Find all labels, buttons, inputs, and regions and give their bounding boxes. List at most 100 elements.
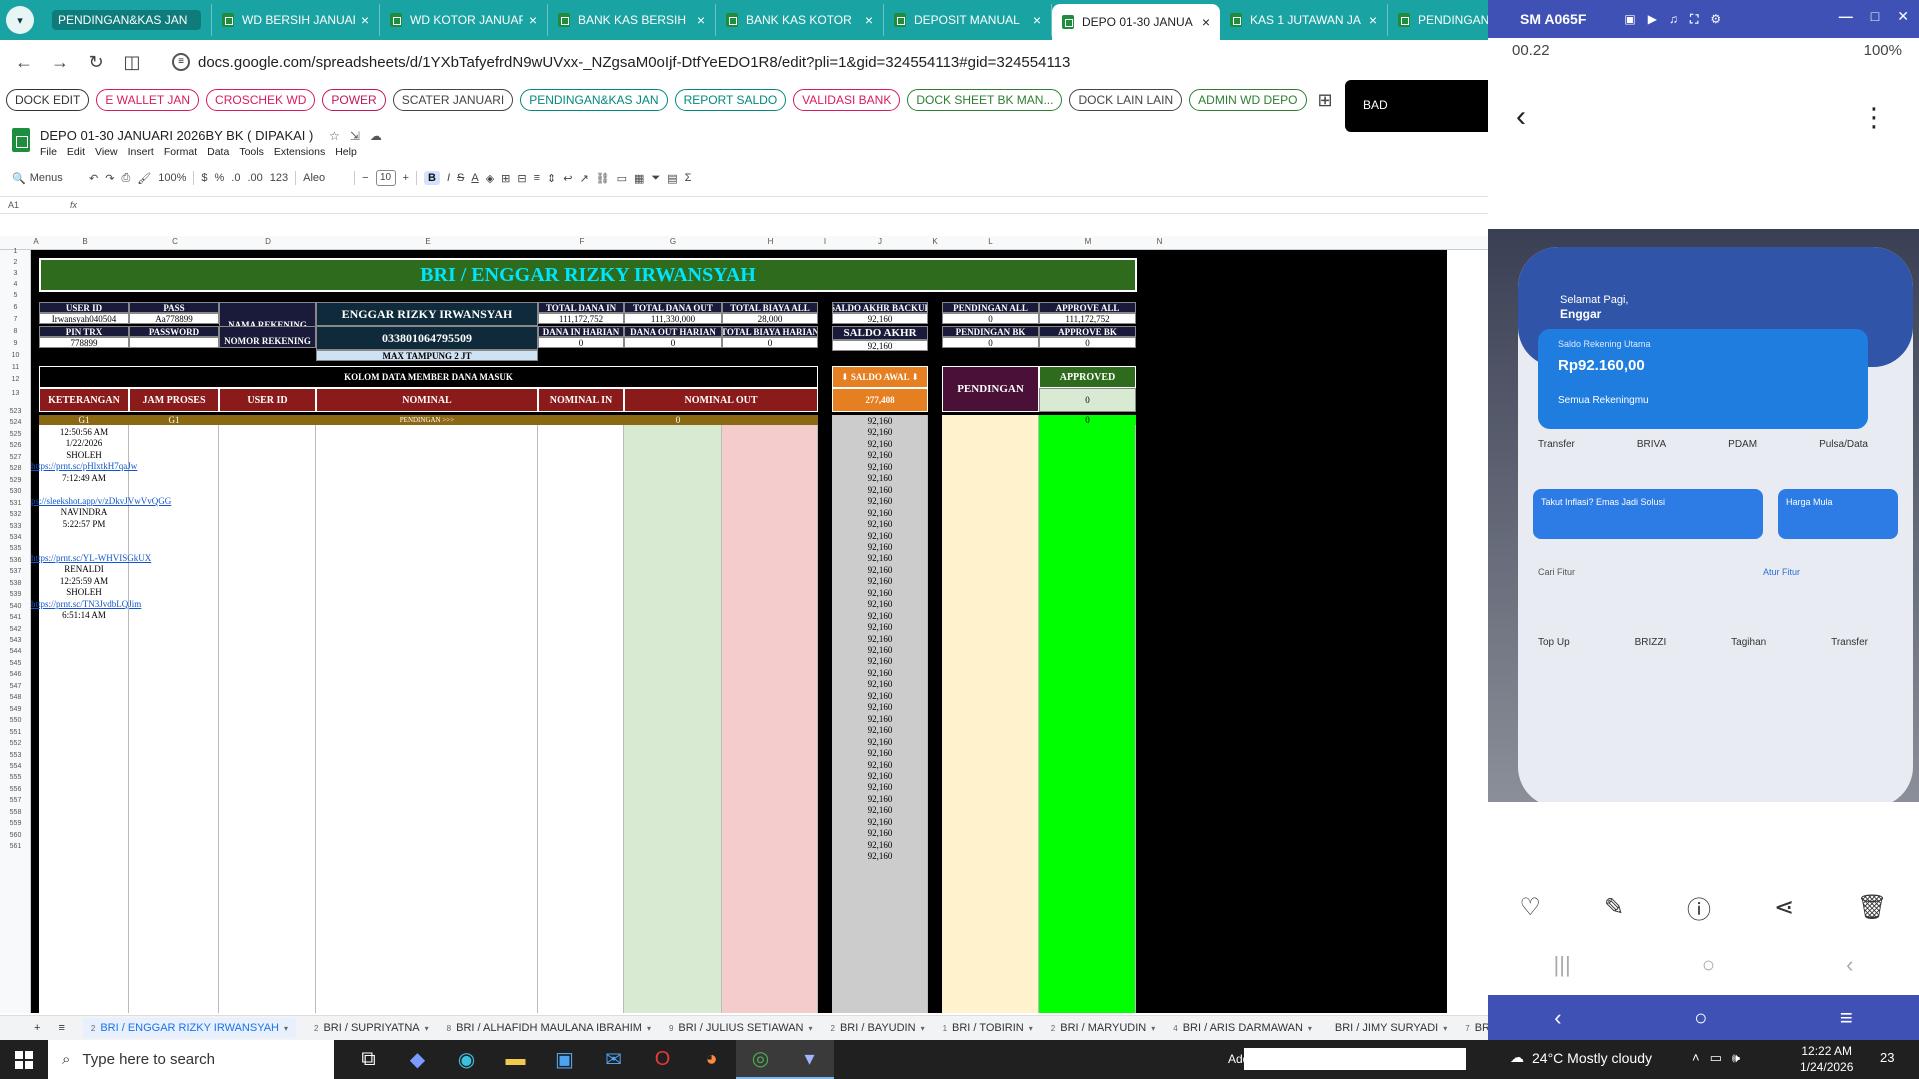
link-icon[interactable]: ⛓ [596,172,610,185]
row-header[interactable]: 540 [0,603,31,610]
row-header[interactable]: 545 [0,660,31,667]
saldo-running[interactable]: 92,160 [832,611,928,621]
row-header[interactable]: 534 [0,534,31,541]
browser-tab[interactable]: WD BERSIH JANUAR × [212,4,380,36]
doc-title[interactable]: DEPO 01-30 JANUARI 2026BY BK ( DIPAKAI ) [40,128,313,143]
saldo-running[interactable]: 92,160 [832,588,928,598]
close-tab-icon[interactable]: × [697,12,705,28]
row-header[interactable]: 523 [0,408,31,415]
pendingan-bk-label[interactable]: PENDINGAN BK [942,326,1039,337]
pendingan-marker[interactable]: PENDINGAN >>> [316,415,538,425]
pass-label[interactable]: PASS [129,302,219,313]
row-header[interactable]: 536 [0,557,31,564]
sheet-tab[interactable]: 9 BRI / JULIUS SETIAWAN ▾ [669,1022,813,1034]
bold-button[interactable]: B [423,171,440,185]
comment-icon[interactable]: ▭ [617,172,627,185]
sheet-tab[interactable]: 2 BRI / SUPRIYATNA ▾ [314,1022,429,1034]
percent-button[interactable]: % [214,172,224,184]
bookmark-item[interactable]: CROSCHEK WD [206,89,316,111]
saldo-running[interactable]: 92,160 [832,714,928,724]
mirror-back-icon[interactable]: ‹ [1554,1005,1561,1031]
back-icon[interactable]: ← [8,46,40,78]
functions-icon[interactable]: Σ [685,172,692,184]
total-dana-out-label[interactable]: TOTAL DANA OUT [624,302,722,313]
chevron-down-icon[interactable]: ▾ [647,1024,651,1033]
browser-tab[interactable]: BANK KAS BERSIH × [548,4,716,36]
saldo-running[interactable]: 92,160 [832,725,928,735]
rotate-icon[interactable]: ↗ [579,172,588,185]
sheet-tab[interactable]: 1 BRI / TOBIRIN ▾ [943,1022,1033,1034]
saldo-running[interactable]: 92,160 [832,805,928,815]
screenshot-link[interactable]: https://prnt.sc/YL-WHVISGkUX [31,552,191,563]
saldo-awal-value[interactable]: 277,408 [832,388,928,412]
nomor-rekening-label[interactable]: NOMOR REKENING [219,326,316,348]
font-size-input[interactable]: 10 [375,170,396,186]
sheet-tab[interactable]: BRI / JIMY SURYADI ▾ [1330,1022,1447,1034]
recents-icon[interactable]: ||| [1554,952,1571,978]
home-icon[interactable]: ○ [1702,952,1715,978]
saldo-running[interactable]: 92,160 [832,748,928,758]
saldo-running[interactable]: 92,160 [832,531,928,541]
screenshot-link[interactable]: https://prnt.sc/TN3JvdbLQJim [31,598,191,609]
browser-tab[interactable]: DEPOSIT MANUAL × [884,4,1052,36]
task-view-icon[interactable]: ⧉ [344,1040,393,1079]
column-header[interactable]: M [1040,237,1136,246]
chevron-down-icon[interactable]: ▾ [1151,1024,1155,1033]
merge-icon[interactable]: ⊟ [517,172,526,185]
saldo-akhr-label[interactable]: SALDO AKHR [832,326,928,340]
row-header[interactable]: 554 [0,763,31,770]
title-banner[interactable]: BRI / ENGGAR RIZKY IRWANSYAH [39,258,1137,292]
column-header[interactable]: C [130,237,220,246]
fill-color-icon[interactable]: ◈ [486,172,494,185]
user-id-label[interactable]: USER ID [39,302,129,313]
back-icon[interactable]: ‹ [1516,100,1526,134]
saldo-running[interactable]: 92,160 [832,760,928,770]
wrap-icon[interactable]: ↩ [563,172,572,185]
row-header[interactable]: 542 [0,626,31,633]
sheet-content[interactable]: BRI / ENGGAR RIZKY IRWANSYAH USER ID PASS I… [31,250,1447,1013]
row-header[interactable]: 533 [0,523,31,530]
menu-item[interactable]: Insert [128,146,154,158]
column-header[interactable]: I [820,237,830,246]
g1-cell[interactable]: G1 [129,415,219,425]
chevron-down-icon[interactable]: ▾ [425,1024,429,1033]
undo-icon[interactable]: ↶ [89,172,98,185]
browser-tab[interactable]: PENDINGAN&KAS JAN [42,4,212,36]
chevron-down-icon[interactable]: ▾ [1443,1024,1447,1033]
row-header[interactable]: 543 [0,637,31,644]
saldo-running[interactable]: 92,160 [832,439,928,449]
row-header[interactable]: 9 [0,340,31,347]
saldo-running[interactable]: 92,160 [832,427,928,437]
row-header[interactable]: 537 [0,568,31,575]
column-header[interactable]: H [722,237,819,246]
screenshot-link[interactable]: ps://sleekshot.app/v/zDkvJVwVvQGG [31,495,191,506]
menu-item[interactable]: Tools [239,146,264,158]
g1-zero[interactable]: 0 [538,415,818,425]
keterangan-cell[interactable]: SHOLEH [39,587,129,598]
row-header[interactable]: 8 [0,328,31,335]
dana-in-harian-label[interactable]: DANA IN HARIAN [538,326,624,337]
pin-label[interactable]: PIN TRX [39,326,129,337]
browser-tab[interactable]: PENDINGAN EW× [1388,4,1488,36]
table-header[interactable]: NOMINAL OUT [624,388,818,412]
column-header[interactable]: E [317,237,539,246]
font-select[interactable]: Aleo [303,172,347,184]
font-size-minus-icon[interactable]: − [362,172,368,184]
pendingan-header[interactable]: PENDINGAN [942,366,1039,412]
start-button[interactable] [0,1040,48,1079]
row-header[interactable]: 538 [0,580,31,587]
borders-icon[interactable]: ⊞ [501,172,510,185]
mirror-home-icon[interactable]: ○ [1694,1005,1707,1031]
font-size-plus-icon[interactable]: + [403,172,409,184]
row-header[interactable]: 558 [0,809,31,816]
saldo-running[interactable]: 92,160 [832,737,928,747]
bookmark-item[interactable]: DOCK EDIT [6,89,90,111]
chevron-down-icon[interactable]: ▾ [809,1024,813,1033]
row-header[interactable]: 552 [0,740,31,747]
total-biaya-all-label[interactable]: TOTAL BIAYA ALL [722,302,818,313]
row-header[interactable]: 561 [0,843,31,850]
approve-bk-value[interactable]: 0 [1039,337,1136,348]
saldo-running[interactable]: 92,160 [832,634,928,644]
dana-out-harian-label[interactable]: DANA OUT HARIAN [624,326,722,337]
bookmark-item[interactable]: DOCK SHEET BK MAN... [907,89,1063,111]
